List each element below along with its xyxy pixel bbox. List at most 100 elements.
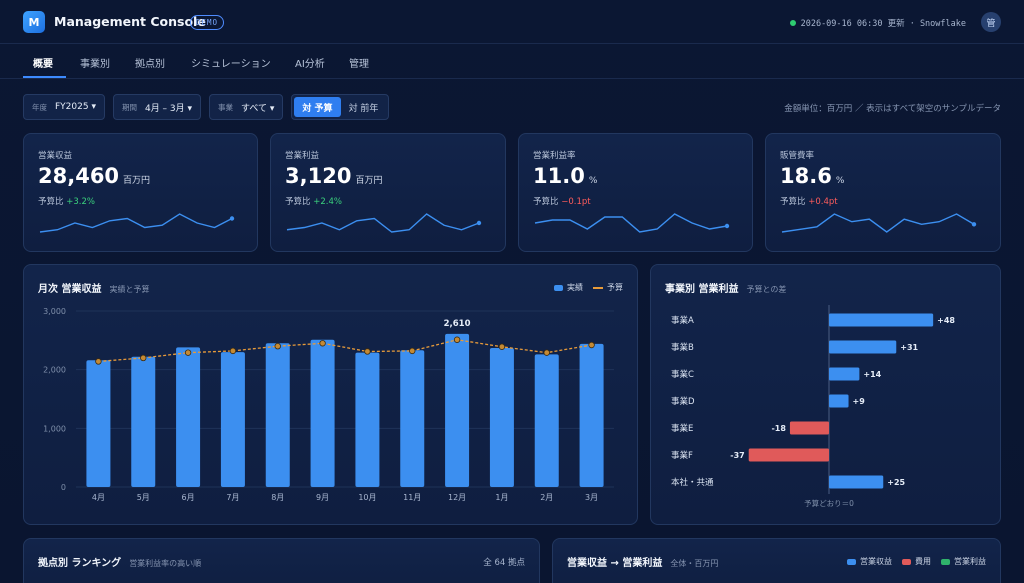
legend-item-actual[interactable]: 実績 bbox=[554, 282, 583, 293]
kpi-sparkline bbox=[39, 213, 235, 233]
kpi-value: 11.0% bbox=[533, 164, 597, 188]
filter-label: 年度 bbox=[32, 102, 47, 112]
panel-title: 事業別 営業利益 予算との差 bbox=[665, 280, 786, 295]
segment-bar bbox=[829, 394, 849, 408]
demo-badge: DEMO bbox=[190, 15, 225, 30]
legend-swatch bbox=[847, 558, 856, 565]
budget-point bbox=[409, 347, 416, 355]
flow-legend: 営業収益 費用 営業利益 bbox=[847, 556, 986, 567]
bar-actual bbox=[86, 360, 111, 487]
fiscal-year-select[interactable]: 年度 FY2025 ▾ bbox=[23, 94, 105, 120]
segment-bar bbox=[829, 475, 884, 489]
kpi-number: 11.0 bbox=[533, 164, 585, 188]
legend-label: 実績 bbox=[567, 283, 583, 292]
x-tick-label: 12月 bbox=[448, 493, 466, 502]
monthly-title: 月次 営業収益 bbox=[38, 284, 102, 295]
tab-overview[interactable]: 概要 bbox=[33, 55, 53, 70]
kpi-label: 営業収益 bbox=[38, 151, 73, 161]
app-title: Management Console bbox=[54, 14, 206, 29]
kpi-unit: 百万円 bbox=[123, 176, 151, 186]
segment-bar bbox=[829, 313, 934, 327]
budget-point bbox=[498, 343, 506, 350]
kpi-delta-value: +0.4pt bbox=[808, 197, 838, 207]
kpi-sparkline bbox=[534, 213, 730, 233]
y-tick-label: 3,000 bbox=[43, 307, 66, 316]
kpi-number: 18.6 bbox=[780, 164, 832, 188]
kpi-value: 28,460 百万円 bbox=[38, 164, 150, 188]
legend-item-revenue[interactable]: 営業収益 bbox=[847, 556, 892, 567]
bar-actual bbox=[579, 343, 604, 487]
kpi-value: 3,120 百万円 bbox=[285, 164, 382, 188]
legend-label: 営業利益 bbox=[954, 557, 986, 566]
legend-label: 費用 bbox=[915, 557, 931, 566]
segment-bar bbox=[829, 340, 897, 354]
kpi-delta: 予算比 +2.4% bbox=[285, 195, 342, 207]
compare-prior-year-button[interactable]: 対 前年 bbox=[341, 97, 387, 117]
bar-actual bbox=[400, 350, 425, 487]
panel-title: 営業収益 → 営業利益 全体・百万円 bbox=[567, 554, 718, 569]
main-nav: 概要 事業別 拠点別 シミュレーション AI分析 管理 bbox=[0, 45, 1024, 79]
kpi-card-sga-ratio[interactable]: 販管費率 18.6% 予算比 +0.4pt bbox=[765, 133, 1001, 252]
panel-subtitle: 営業利益率の高い順 bbox=[129, 559, 202, 568]
budget-point bbox=[229, 347, 237, 355]
kpi-delta-label: 予算比 bbox=[285, 197, 311, 207]
tab-simulation[interactable]: シミュレーション bbox=[191, 55, 271, 70]
ranking-title: 拠点別 ランキング bbox=[38, 558, 122, 569]
monthly-revenue-panel: 月次 営業収益 実績と予算 実績 予算 0 1,000 2,000 3,000 4月 5月 6… bbox=[23, 264, 638, 525]
kpi-delta: 予算比 +0.4pt bbox=[780, 195, 838, 207]
data-label: 2,610 bbox=[444, 319, 471, 329]
bar-actual bbox=[220, 352, 245, 487]
sparkline-end-point bbox=[971, 222, 977, 227]
legend-item-profit[interactable]: 営業利益 bbox=[941, 556, 986, 567]
panel-title: 月次 営業収益 実績と予算 bbox=[38, 280, 149, 295]
filter-label: 期間 bbox=[121, 102, 137, 112]
kpi-delta-label: 予算比 bbox=[533, 197, 559, 207]
kpi-label: 販管費率 bbox=[780, 151, 815, 161]
sparkline-end-point bbox=[476, 220, 482, 226]
legend-swatch bbox=[593, 286, 603, 289]
kpi-card-revenue[interactable]: 営業収益 28,460 百万円 予算比 +3.2% bbox=[23, 133, 258, 252]
data-label: -37 bbox=[730, 451, 744, 460]
segment-title: 事業別 営業利益 bbox=[665, 284, 739, 295]
bar-actual bbox=[445, 333, 470, 487]
data-label: -18 bbox=[771, 424, 786, 433]
legend-item-budget[interactable]: 予算 bbox=[593, 282, 623, 293]
segment-profit-chart: 事業A +48 事業B +31 事業C +14 事業D +9 事業E -18 事業F -37 本社・共通… bbox=[671, 305, 955, 508]
period-select[interactable]: 期間 4月 – 3月 ▾ bbox=[112, 94, 202, 120]
budget-point bbox=[543, 349, 550, 356]
budget-point bbox=[95, 358, 102, 365]
panel-subtitle: 予算との差 bbox=[746, 285, 787, 294]
category-label: 事業E bbox=[671, 423, 693, 434]
tab-admin[interactable]: 管理 bbox=[349, 55, 369, 70]
unit-note: 金額単位：百万円 ／ 表示はすべて架空のサンプルデータ bbox=[784, 104, 1001, 114]
sparkline-end-point bbox=[724, 223, 730, 229]
tab-sites[interactable]: 拠点別 bbox=[135, 55, 165, 70]
avatar[interactable]: 管 bbox=[981, 12, 1001, 32]
bar-actual bbox=[265, 343, 290, 487]
compare-budget-button[interactable]: 対 予算 bbox=[294, 97, 341, 117]
filter-value: 4月 – 3月 ▾ bbox=[144, 103, 193, 114]
revenue-to-profit-panel: 営業収益 → 営業利益 全体・百万円 営業収益 費用 営業利益 bbox=[552, 538, 1001, 583]
tab-ai-analysis[interactable]: AI分析 bbox=[295, 55, 325, 70]
kpi-card-operating-margin[interactable]: 営業利益率 11.0% 予算比 −0.1pt bbox=[518, 133, 753, 252]
sparkline-path bbox=[286, 213, 480, 233]
legend-item-cost[interactable]: 費用 bbox=[902, 556, 931, 567]
x-tick-label: 3月 bbox=[585, 493, 598, 502]
filter-value: すべて ▾ bbox=[241, 103, 275, 114]
filter-value: FY2025 ▾ bbox=[55, 102, 96, 112]
x-tick-label: 2月 bbox=[540, 493, 553, 502]
sparkline-path bbox=[534, 213, 728, 233]
budget-point bbox=[319, 340, 326, 347]
tab-business[interactable]: 事業別 bbox=[80, 55, 110, 70]
app-logo[interactable]: M bbox=[23, 11, 45, 33]
legend-swatch bbox=[554, 284, 563, 291]
kpi-delta-value: +3.2% bbox=[66, 197, 95, 207]
bar-actual bbox=[489, 347, 514, 487]
flow-title: 営業収益 → 営業利益 bbox=[567, 558, 663, 569]
kpi-card-operating-profit[interactable]: 営業利益 3,120 百万円 予算比 +2.4% bbox=[270, 133, 506, 252]
sparkline-path bbox=[781, 213, 975, 233]
panel-subtitle: 全体・百万円 bbox=[670, 559, 719, 568]
category-label: 事業F bbox=[671, 450, 693, 461]
segment-bar bbox=[748, 448, 829, 462]
business-select[interactable]: 事業 すべて ▾ bbox=[209, 94, 284, 120]
